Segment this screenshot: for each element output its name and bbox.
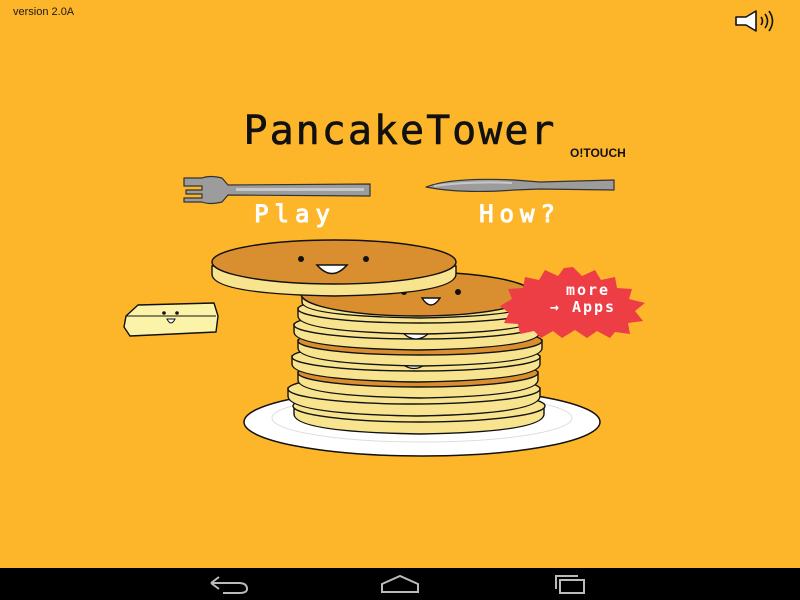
more-apps-button[interactable]: more → Apps (498, 266, 648, 338)
how-to-play-button[interactable]: How? (440, 200, 600, 232)
game-screen: version 2.0A PancakeTower O!TOUCH Play H… (0, 0, 800, 568)
apps-text: Apps (571, 298, 617, 316)
system-nav-bar (0, 568, 800, 600)
recents-icon[interactable] (546, 572, 594, 596)
back-icon[interactable] (205, 572, 253, 596)
brand-label: O!TOUCH (570, 146, 626, 160)
speaker-icon[interactable] (733, 9, 781, 33)
butter-icon (123, 302, 219, 337)
knife-icon[interactable] (422, 175, 620, 201)
more-apps-line1: more (565, 281, 611, 299)
home-icon[interactable] (376, 572, 424, 596)
arrow-icon: → (549, 298, 561, 316)
game-title: PancakeTower (243, 108, 557, 155)
more-apps-label: more → Apps (498, 282, 648, 316)
pancake-stack (211, 239, 546, 435)
more-apps-line2: → Apps (498, 299, 648, 316)
version-label: version 2.0A (13, 6, 75, 18)
play-button[interactable]: Play (220, 200, 370, 232)
